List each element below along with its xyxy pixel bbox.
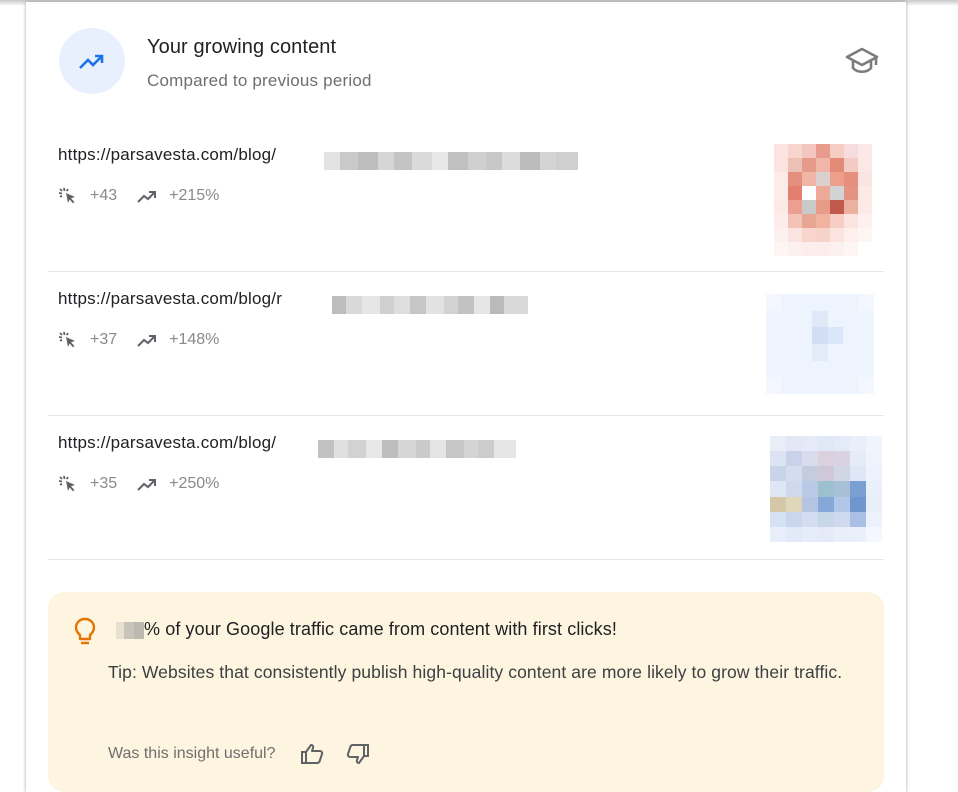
growth-stat: +215% <box>137 187 219 205</box>
content-url[interactable]: https://parsavesta.com/blog/ <box>58 145 276 165</box>
content-item[interactable]: https://parsavesta.com/blog/r +37 +148% <box>48 272 884 416</box>
insight-feedback: Was this insight useful? <box>108 740 389 768</box>
cursor-click-icon <box>58 187 75 204</box>
redacted-percentage <box>116 622 144 639</box>
insight-box: % of your Google traffic came from conte… <box>48 592 884 792</box>
content-item[interactable]: https://parsavesta.com/blog/ +43 +215% <box>48 128 884 272</box>
card-subtitle: Compared to previous period <box>147 71 372 90</box>
content-thumbnail <box>770 436 882 542</box>
redacted-url-text <box>332 296 528 314</box>
content-stats: +35 +250% <box>58 475 239 493</box>
clicks-stat: +37 <box>58 331 117 349</box>
clicks-value: +35 <box>90 475 118 492</box>
content-thumbnail <box>766 294 874 394</box>
thumbs-down-icon <box>347 744 370 764</box>
thumbs-up-icon <box>301 744 324 764</box>
trending-up-icon <box>137 191 157 203</box>
insight-tip: Tip: Websites that consistently publish … <box>108 662 843 682</box>
trending-up-icon <box>137 479 157 491</box>
clicks-stat: +43 <box>58 187 117 205</box>
trend-circle <box>59 28 125 94</box>
insight-headline: % of your Google traffic came from conte… <box>144 619 617 639</box>
redacted-url-text <box>324 152 578 170</box>
redacted-url-text <box>318 440 516 458</box>
growth-value: +215% <box>169 187 220 204</box>
trending-up-icon <box>79 54 104 69</box>
growth-value: +250% <box>169 475 220 492</box>
cursor-click-icon <box>58 331 75 348</box>
cursor-click-icon <box>58 475 75 492</box>
content-item[interactable]: https://parsavesta.com/blog/ +35 +250% <box>48 416 884 560</box>
feedback-question: Was this insight useful? <box>108 745 276 762</box>
school-icon[interactable] <box>845 46 879 76</box>
card-title: Your growing content <box>147 36 337 58</box>
divider <box>48 559 884 560</box>
trending-up-icon <box>137 335 157 347</box>
content-url[interactable]: https://parsavesta.com/blog/r <box>58 289 282 309</box>
lightbulb-icon <box>74 617 96 645</box>
growth-stat: +148% <box>137 331 219 349</box>
growth-stat: +250% <box>137 475 219 493</box>
growing-content-card: Your growing content Compared to previou… <box>26 2 906 792</box>
clicks-value: +37 <box>90 331 118 348</box>
growth-value: +148% <box>169 331 220 348</box>
content-stats: +43 +215% <box>58 187 239 205</box>
card-header: Your growing content Compared to previou… <box>59 28 879 98</box>
content-url[interactable]: https://parsavesta.com/blog/ <box>58 433 276 453</box>
thumbs-down-button[interactable] <box>343 740 373 768</box>
content-stats: +37 +148% <box>58 331 239 349</box>
thumbs-up-button[interactable] <box>297 740 327 768</box>
content-thumbnail <box>774 144 872 256</box>
clicks-stat: +35 <box>58 475 117 493</box>
clicks-value: +43 <box>90 187 118 204</box>
